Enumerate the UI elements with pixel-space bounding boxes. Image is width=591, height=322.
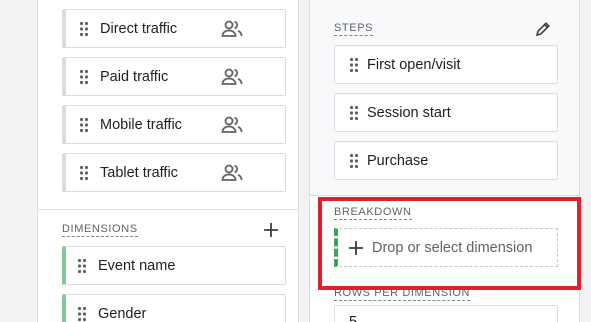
step-chip-purchase[interactable]: Purchase bbox=[334, 141, 558, 180]
dimensions-section-title: DIMENSIONS bbox=[62, 223, 138, 237]
people-icon bbox=[221, 19, 243, 44]
people-icon bbox=[221, 115, 243, 140]
step-label: Session start bbox=[367, 104, 451, 121]
drag-handle-icon[interactable] bbox=[70, 258, 94, 274]
segment-label: Mobile traffic bbox=[100, 116, 182, 133]
drag-handle-icon[interactable] bbox=[70, 306, 94, 322]
dimension-chip-gender[interactable]: Gender bbox=[62, 294, 286, 322]
drag-handle-icon[interactable] bbox=[344, 105, 364, 121]
drag-handle-icon[interactable] bbox=[72, 117, 96, 133]
segment-chip-tablet-traffic[interactable]: Tablet traffic bbox=[62, 153, 286, 192]
segment-chip-mobile-traffic[interactable]: Mobile traffic bbox=[62, 105, 286, 144]
highlight-annotation bbox=[318, 197, 581, 290]
edit-pencil-icon[interactable] bbox=[532, 18, 554, 40]
segment-chip-direct-traffic[interactable]: Direct traffic bbox=[62, 9, 286, 48]
drag-handle-icon[interactable] bbox=[344, 153, 364, 169]
rows-per-dimension-select[interactable]: 5 bbox=[334, 305, 558, 322]
dimension-label: Event name bbox=[98, 257, 176, 274]
segment-label: Direct traffic bbox=[100, 20, 178, 37]
step-chip-first-open-visit[interactable]: First open/visit bbox=[334, 45, 558, 84]
section-divider bbox=[38, 209, 298, 210]
rows-value: 5 bbox=[349, 314, 358, 322]
step-chip-session-start[interactable]: Session start bbox=[334, 93, 558, 132]
dimension-label: Gender bbox=[98, 305, 147, 322]
dimension-chip-event-name[interactable]: Event name bbox=[62, 246, 286, 285]
step-label: First open/visit bbox=[367, 56, 461, 73]
step-label: Purchase bbox=[367, 152, 429, 169]
variables-panel: Direct traffic Paid traffic Mobile traff… bbox=[37, 0, 299, 322]
segment-chip-paid-traffic[interactable]: Paid traffic bbox=[62, 57, 286, 96]
steps-section-title: STEPS bbox=[334, 22, 374, 36]
add-dimension-plus-icon[interactable] bbox=[260, 219, 282, 241]
drag-handle-icon[interactable] bbox=[72, 69, 96, 85]
people-icon bbox=[221, 163, 243, 188]
section-divider bbox=[310, 195, 579, 196]
people-icon bbox=[221, 67, 243, 92]
segment-label: Tablet traffic bbox=[100, 164, 178, 181]
drag-handle-icon[interactable] bbox=[344, 57, 364, 73]
drag-handle-icon[interactable] bbox=[72, 165, 96, 181]
drag-handle-icon[interactable] bbox=[72, 21, 96, 37]
segment-label: Paid traffic bbox=[100, 68, 169, 85]
